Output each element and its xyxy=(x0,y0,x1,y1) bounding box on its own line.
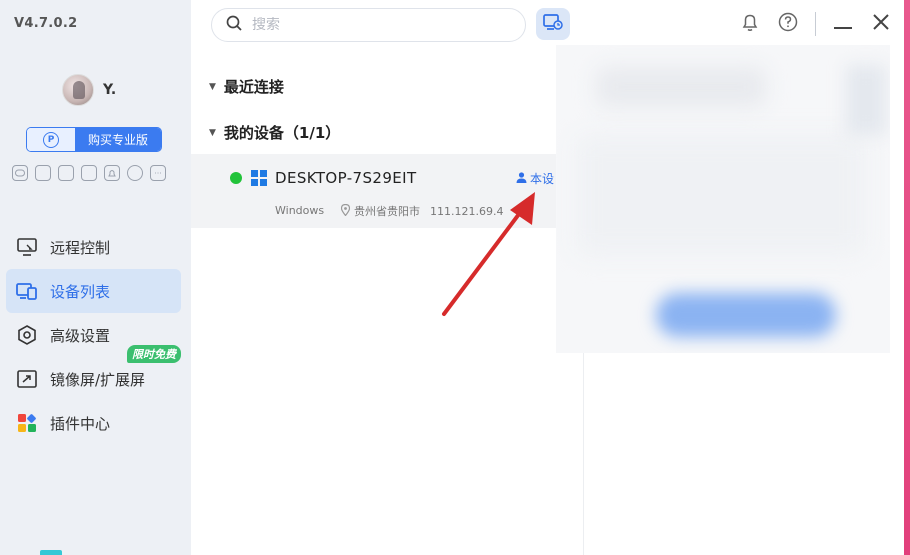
sidebar-item-label: 设备列表 xyxy=(50,282,111,301)
bell-icon xyxy=(741,12,759,36)
section-title: 最近连接 xyxy=(223,78,284,96)
sidebar-item-plugin-center[interactable]: 插件中心 xyxy=(6,401,181,445)
sidebar-item-label: 镜像屏/扩展屏 xyxy=(50,370,146,389)
sidebar-item-label: 高级设置 xyxy=(50,326,111,345)
pro-badge-icon: P xyxy=(27,128,75,151)
location-text: 贵州省贵阳市 xyxy=(354,205,420,218)
sidebar-item-remote-control[interactable]: 远程控制 xyxy=(6,225,181,269)
blurred-detail-panel xyxy=(556,45,890,353)
help-icon xyxy=(778,12,798,36)
device-os: Windows xyxy=(275,204,325,217)
windows-icon xyxy=(251,170,267,186)
toolbar-divider xyxy=(815,12,816,36)
sidebar-bottom-decoration xyxy=(40,550,62,555)
blurred-connect-button xyxy=(656,293,836,337)
help-button[interactable] xyxy=(777,12,799,36)
section-title: 我的设备（1/1） xyxy=(223,124,341,142)
sidebar: V4.7.0.2 Y. P 购买专业版 ··· 远程控制 设备列表 高级设置 镜… xyxy=(0,0,191,555)
search-icon xyxy=(226,15,242,35)
remote-control-icon xyxy=(16,236,38,258)
sidebar-item-label: 插件中心 xyxy=(50,414,111,433)
online-status-dot xyxy=(230,172,242,184)
window-controls xyxy=(739,12,892,36)
buy-pro-label: 购买专业版 xyxy=(75,128,161,151)
app-version: V4.7.0.2 xyxy=(14,16,78,31)
sidebar-item-device-list[interactable]: 设备列表 xyxy=(6,269,181,313)
add-device-button[interactable] xyxy=(536,8,570,40)
close-icon xyxy=(873,14,889,34)
limited-free-badge: 限时免费 xyxy=(127,345,181,363)
buy-pro-button[interactable]: P 购买专业版 xyxy=(26,127,162,152)
annotation-arrow xyxy=(442,192,535,316)
plugin-center-icon xyxy=(16,412,38,434)
collapse-triangle-icon: ▼ xyxy=(209,81,216,92)
recent-connections-header[interactable]: ▼ 最近连接 xyxy=(209,76,284,97)
copy-icon[interactable] xyxy=(81,165,97,181)
minimize-icon xyxy=(834,15,852,34)
avatar[interactable] xyxy=(62,74,94,106)
advanced-settings-icon xyxy=(16,324,38,346)
gamepad-icon[interactable] xyxy=(12,165,28,181)
feature-badges: ··· xyxy=(12,165,166,181)
window-icon[interactable] xyxy=(35,165,51,181)
detail-panel-lower xyxy=(583,353,890,555)
more-icon[interactable]: ··· xyxy=(150,165,166,181)
mirror-screen-icon xyxy=(16,368,38,390)
notification-button[interactable] xyxy=(739,13,761,35)
device-list-icon xyxy=(16,280,38,302)
device-name: DESKTOP-7S29EIT xyxy=(275,169,417,187)
collapse-triangle-icon: ▼ xyxy=(209,127,216,138)
minimize-button[interactable] xyxy=(832,13,854,35)
circle-icon[interactable] xyxy=(127,165,143,181)
my-devices-header[interactable]: ▼ 我的设备（1/1） xyxy=(209,122,340,143)
search-box[interactable] xyxy=(211,8,526,42)
close-button[interactable] xyxy=(870,13,892,35)
sidebar-item-mirror-screen[interactable]: 镜像屏/扩展屏 限时免费 xyxy=(6,345,181,401)
background-edge-inner xyxy=(890,0,904,555)
username[interactable]: Y. xyxy=(103,82,116,98)
location-pin-icon xyxy=(340,203,351,219)
search-input[interactable] xyxy=(252,17,492,33)
bell-icon[interactable] xyxy=(104,165,120,181)
sidebar-item-label: 远程控制 xyxy=(50,238,111,257)
image-icon[interactable] xyxy=(58,165,74,181)
sidebar-nav: 远程控制 设备列表 高级设置 镜像屏/扩展屏 限时免费 插件中心 xyxy=(6,225,181,445)
screen-add-icon xyxy=(543,13,563,35)
